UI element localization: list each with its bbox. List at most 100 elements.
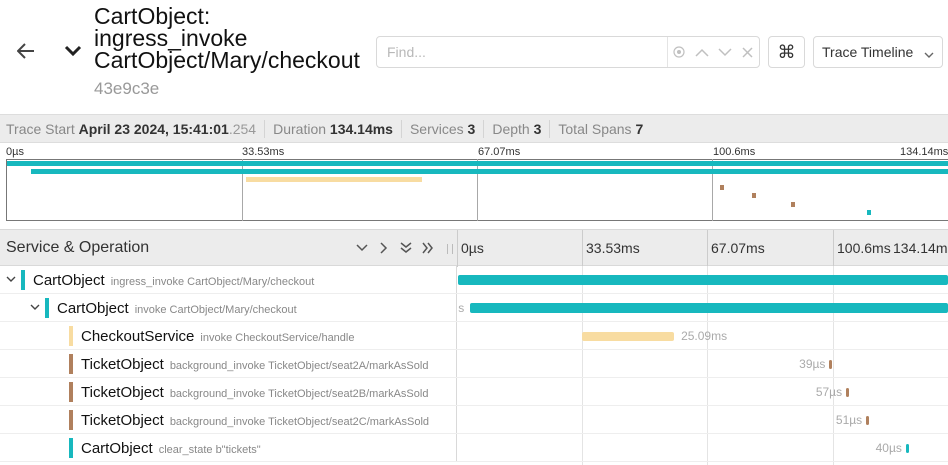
view-select[interactable]: Trace Timeline — [813, 36, 943, 68]
span-row[interactable]: CartObject ingress_invoke CartObject/Mary… — [0, 266, 948, 294]
span-duration: 25.09ms — [681, 329, 728, 343]
service-color-indicator — [69, 438, 73, 458]
divider — [264, 119, 266, 138]
minimap-span-bar — [30, 169, 948, 174]
target-icon[interactable] — [666, 37, 691, 67]
cmd-icon: ⌘ — [777, 41, 796, 62]
minimap-span-bar — [752, 193, 757, 198]
close-icon[interactable] — [736, 37, 759, 67]
collapse-all-icon[interactable] — [398, 240, 414, 256]
services-value: 3 — [467, 120, 476, 137]
minimap-tick: 134.14ms — [900, 146, 948, 158]
trace-start-label: Trace Start — [6, 120, 75, 137]
service-name: TicketObject background_invoke TicketObje… — [81, 356, 428, 373]
total-spans-value: 7 — [635, 120, 644, 137]
service-color-indicator — [69, 410, 73, 430]
trace-summary: Trace Start April 23 2024, 15:41:01.254 … — [0, 114, 948, 143]
column-resize-handle[interactable] — [447, 244, 453, 254]
timeline-tick: 0µs — [461, 240, 484, 256]
chevron-down-icon[interactable] — [5, 273, 17, 285]
arrow-up-icon[interactable] — [691, 37, 714, 67]
service-label: TicketObject — [81, 384, 164, 401]
duration-value: 134.14ms — [329, 120, 393, 137]
span-name-cell[interactable]: CartObject clear_state b"tickets" — [0, 434, 457, 462]
timeline-gridline — [582, 230, 583, 267]
service-name: CartObject invoke CartObject/Mary/checkou… — [57, 300, 297, 317]
trace-title-line-2: ingress_invoke — [94, 25, 248, 51]
service-label: TicketObject — [81, 412, 164, 429]
span-row[interactable]: TicketObject background_invoke TicketObje… — [0, 350, 948, 378]
collapse-one-icon[interactable] — [354, 240, 370, 256]
service-label: CartObject — [33, 272, 105, 289]
timeline-tick: 33.53ms — [586, 240, 640, 256]
span-name-cell[interactable]: TicketObject background_invoke TicketObje… — [0, 406, 457, 434]
service-color-indicator — [21, 270, 25, 290]
service-label: CartObject — [57, 300, 129, 317]
span-rows: CartObject ingress_invoke CartObject/Mary… — [0, 266, 948, 465]
span-bar[interactable] — [846, 387, 850, 397]
span-duration: 57µs — [815, 385, 843, 399]
trace-minimap[interactable]: 0µs 33.53ms 67.07ms 100.6ms 134.14ms — [0, 143, 948, 228]
span-name-cell[interactable]: CheckoutService invoke CheckoutService/ha… — [0, 322, 457, 350]
arrow-down-icon[interactable] — [713, 37, 736, 67]
span-name-cell[interactable]: TicketObject background_invoke TicketObje… — [0, 350, 457, 378]
timeline-gridline — [707, 230, 708, 267]
divider — [483, 119, 485, 138]
tree-controls — [354, 240, 436, 256]
trace-title-line-1: CartObject: — [94, 3, 211, 29]
span-row[interactable]: TicketObject background_invoke TicketObje… — [0, 406, 948, 434]
span-bar[interactable] — [582, 331, 675, 341]
span-duration: s — [458, 301, 465, 315]
span-duration: 39µs — [799, 357, 826, 371]
column-title: Service & Operation — [6, 239, 150, 256]
expand-one-icon[interactable] — [376, 240, 392, 256]
chevron-down-icon — [924, 46, 934, 62]
span-row[interactable]: CheckoutService invoke CheckoutService/ha… — [0, 322, 948, 350]
span-bar[interactable] — [829, 359, 833, 369]
span-row[interactable]: CartObject invoke CartObject/Mary/checkou… — [0, 294, 948, 322]
minimap-span-bar — [246, 177, 422, 182]
trace-title-line-3: CartObject/Mary/checkout — [94, 47, 360, 73]
expand-all-icon[interactable] — [420, 240, 436, 256]
span-duration: 51µs — [835, 413, 863, 427]
span-name-cell[interactable]: TicketObject background_invoke TicketObje… — [0, 378, 457, 406]
timeline-gridline — [457, 230, 458, 267]
span-name-cell[interactable]: CartObject ingress_invoke CartObject/Mary… — [0, 266, 457, 294]
service-name: TicketObject background_invoke TicketObje… — [81, 384, 428, 401]
span-name-cell[interactable]: CartObject invoke CartObject/Mary/checkou… — [0, 294, 457, 322]
minimap-span-bar — [7, 161, 948, 166]
arrow-left-icon[interactable] — [13, 38, 39, 64]
row-divider — [0, 461, 948, 462]
chevron-down-icon[interactable] — [62, 40, 84, 62]
operation-name: background_invoke TicketObject/seat2A/ma… — [169, 360, 429, 372]
span-row[interactable]: TicketObject background_invoke TicketObje… — [0, 378, 948, 406]
chevron-down-icon[interactable] — [29, 301, 41, 313]
minimap-span-bar — [720, 185, 725, 190]
trace-start-value: April 23 2024, 15:41:01 — [78, 120, 229, 137]
span-bar[interactable] — [458, 275, 948, 285]
timeline-tick: 67.07ms — [711, 240, 765, 256]
span-bar[interactable] — [905, 443, 909, 453]
span-bar[interactable] — [866, 415, 870, 425]
operation-name: invoke CheckoutService/handle — [200, 332, 355, 344]
timeline-gridline — [833, 230, 834, 267]
timeline-tick: 100.6ms — [837, 240, 891, 256]
span-row[interactable]: CartObject clear_state b"tickets" 40µs — [0, 434, 948, 462]
trace-id: 43e9c3e — [94, 79, 160, 98]
span-bar[interactable] — [470, 303, 948, 313]
service-color-indicator — [69, 326, 73, 346]
search-input[interactable] — [377, 37, 667, 67]
service-color-indicator — [45, 298, 49, 318]
minimap-tick: 33.53ms — [242, 146, 285, 158]
service-label: TicketObject — [81, 356, 164, 373]
minimap-tick: 0µs — [6, 146, 24, 158]
depth-value: 3 — [533, 120, 542, 137]
services-label: Services — [409, 120, 464, 137]
service-name: TicketObject background_invoke TicketObje… — [81, 412, 429, 429]
timeline-tick: 134.14ms — [893, 240, 948, 256]
keyboard-shortcuts-button[interactable]: ⌘ — [768, 36, 805, 68]
span-duration: 40µs — [875, 441, 902, 455]
timeline-header: Service & Operation 0µs 33.53ms 67.07ms … — [0, 229, 948, 267]
service-color-indicator — [69, 354, 73, 374]
operation-name: background_invoke TicketObject/seat2C/ma… — [169, 416, 430, 428]
